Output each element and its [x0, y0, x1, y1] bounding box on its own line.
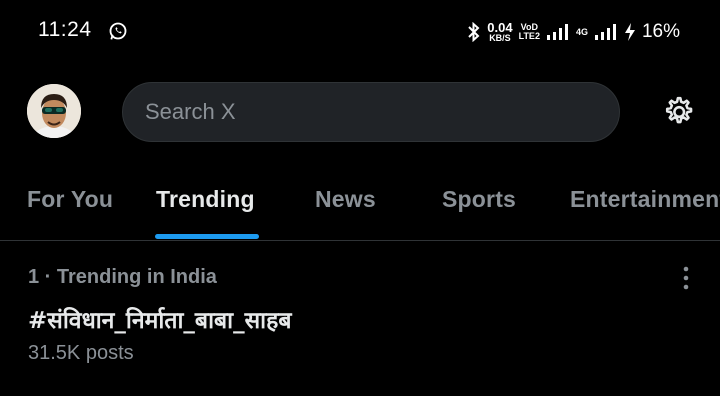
bluetooth-icon — [468, 22, 480, 42]
charging-icon — [624, 23, 635, 41]
tab-news[interactable]: News — [315, 186, 376, 213]
tab-sports[interactable]: Sports — [442, 186, 516, 213]
signal-icon-2 — [594, 24, 616, 40]
status-right: 0.04 KB/S VoD LTE2 4G 16% — [467, 18, 680, 46]
volte-indicator: VoD LTE2 — [518, 22, 540, 41]
search-input[interactable] — [143, 98, 587, 126]
tab-for-you[interactable]: For You — [27, 186, 113, 213]
battery-level: 16% — [641, 21, 680, 42]
avatar[interactable] — [27, 84, 81, 138]
active-tab-indicator — [155, 234, 259, 239]
status-time: 11:24 — [38, 18, 92, 41]
net-speed: 0.04 KB/S — [487, 19, 513, 43]
more-options-icon[interactable] — [674, 265, 698, 291]
list-item[interactable]: 1 · Trending in India #संविधान_निर्माता_… — [0, 241, 720, 396]
tab-trending[interactable]: Trending — [156, 186, 255, 213]
avatar-image — [27, 84, 81, 138]
whatsapp-icon — [109, 22, 127, 40]
gear-icon[interactable] — [660, 94, 696, 130]
tab-bar: For You Trending News Sports Entertainme… — [0, 172, 720, 240]
network-type: 4G — [575, 26, 588, 37]
tab-entertainment[interactable]: Entertainment — [570, 186, 720, 213]
trend-post-count: 31.5K posts — [28, 342, 134, 364]
trend-title[interactable]: #संविधान_निर्माता_बाबा_साहब — [28, 303, 291, 335]
status-bar: 11:24 0.04 KB/S VoD LTE2 4G 16% — [0, 0, 720, 64]
signal-icon — [546, 24, 568, 40]
trend-meta: 1 · Trending in India — [28, 266, 217, 288]
search-box[interactable] — [122, 82, 620, 142]
